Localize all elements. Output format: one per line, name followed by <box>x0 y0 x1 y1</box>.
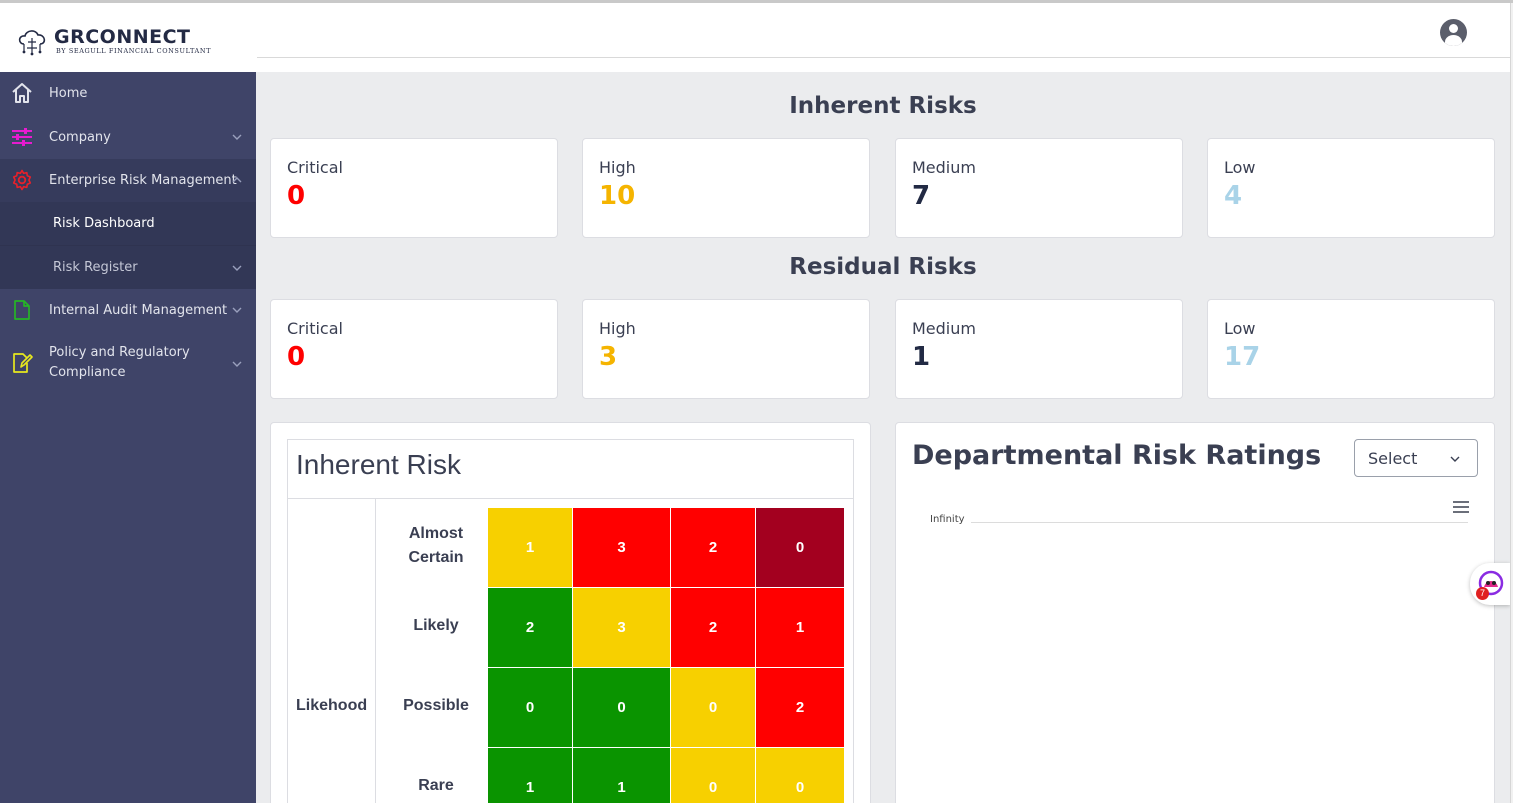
y-axis-tick-label: Infinity <box>930 514 965 525</box>
risk-matrix-cell[interactable]: 2 <box>488 588 572 667</box>
card-label: High <box>599 158 636 177</box>
residual-low-card: Low 17 <box>1207 299 1495 399</box>
chart-gridline <box>971 522 1468 523</box>
sidebar-item-company[interactable]: Company <box>0 115 256 159</box>
logo-title: GRCONNECT <box>54 26 191 48</box>
card-value: 4 <box>1224 181 1243 211</box>
chevron-up-icon <box>232 177 242 183</box>
card-value: 17 <box>1224 342 1261 372</box>
risk-matrix-cell[interactable]: 3 <box>573 588 670 667</box>
likelihood-axis-label: Likehood <box>296 697 368 714</box>
chevron-down-icon <box>232 134 242 140</box>
card-label: Medium <box>912 319 976 338</box>
risk-matrix-cell[interactable]: 0 <box>573 668 670 747</box>
residual-medium-card: Medium 1 <box>895 299 1183 399</box>
risk-matrix-cell[interactable]: 0 <box>756 748 844 803</box>
card-label: Low <box>1224 158 1256 177</box>
sidebar-item-label: Internal Audit Management <box>49 303 228 318</box>
departmental-risk-panel <box>895 422 1495 803</box>
risk-matrix-cell[interactable]: 2 <box>756 668 844 747</box>
document-icon <box>14 300 30 320</box>
user-avatar-icon[interactable] <box>1440 19 1467 46</box>
sidebar-item-risk-dashboard[interactable]: Risk Dashboard <box>0 202 256 245</box>
sidebar-item-label: Risk Dashboard <box>53 216 155 231</box>
chevron-down-icon <box>1450 456 1460 462</box>
row-label-almost-certain: Almost Certain <box>381 522 491 570</box>
inherent-critical-card: Critical 0 <box>270 138 558 238</box>
edit-document-icon <box>13 353 33 373</box>
sidebar-item-internal-audit[interactable]: Internal Audit Management <box>0 289 256 332</box>
sliders-icon <box>12 128 32 146</box>
card-label: Critical <box>287 158 343 177</box>
risk-matrix-cell[interactable]: 2 <box>671 508 755 587</box>
risk-matrix-cell[interactable]: 1 <box>488 508 572 587</box>
gear-icon <box>12 169 32 191</box>
matrix-divider <box>288 498 853 499</box>
risk-matrix-cell[interactable]: 3 <box>573 508 670 587</box>
risk-matrix-cell[interactable]: 2 <box>671 588 755 667</box>
inherent-high-card: High 10 <box>582 138 870 238</box>
risk-matrix-cell[interactable]: 0 <box>671 668 755 747</box>
card-label: Critical <box>287 319 343 338</box>
logo-mark-icon <box>18 30 46 56</box>
sidebar-item-label: Risk Register <box>53 260 138 275</box>
top-header: GRCONNECT BY SEAGULL FINANCIAL CONSULTAN… <box>0 3 1510 72</box>
card-label: Medium <box>912 158 976 177</box>
risk-matrix-cell[interactable]: 0 <box>488 668 572 747</box>
home-icon <box>12 83 32 103</box>
inherent-risks-heading: Inherent Risks <box>789 93 977 119</box>
chat-widget-button[interactable] <box>1470 563 1510 605</box>
row-label-line1: Almost <box>408 525 464 542</box>
chevron-down-icon <box>232 361 242 367</box>
card-label: High <box>599 319 636 338</box>
card-value: 0 <box>287 342 306 372</box>
app-logo[interactable]: GRCONNECT BY SEAGULL FINANCIAL CONSULTAN… <box>14 23 224 59</box>
risk-matrix-cell[interactable]: 1 <box>756 588 844 667</box>
sidebar-item-label: Policy and Regulatory <box>49 345 190 360</box>
departmental-title: Departmental Risk Ratings <box>912 440 1322 471</box>
risk-matrix-cell[interactable]: 1 <box>573 748 670 803</box>
header-divider <box>257 57 1510 58</box>
row-label-rare: Rare <box>418 777 454 794</box>
inherent-low-card: Low 4 <box>1207 138 1495 238</box>
card-value: 10 <box>599 181 636 211</box>
card-label: Low <box>1224 319 1256 338</box>
inherent-medium-card: Medium 7 <box>895 138 1183 238</box>
row-label-likely: Likely <box>413 617 459 634</box>
sidebar-item-enterprise-risk[interactable]: Enterprise Risk Management <box>0 159 256 202</box>
sidebar-item-label: Enterprise Risk Management <box>49 173 237 188</box>
sidebar-item-policy-compliance[interactable]: Policy and Regulatory Compliance <box>0 332 256 396</box>
risk-matrix-cell[interactable]: 0 <box>671 748 755 803</box>
chart-menu-icon[interactable] <box>1453 501 1469 513</box>
sidebar-item-label: Home <box>49 86 88 101</box>
card-value: 3 <box>599 342 618 372</box>
select-value: Select <box>1368 449 1418 468</box>
chevron-down-icon <box>232 307 242 313</box>
card-value: 1 <box>912 342 931 372</box>
matrix-title: Inherent Risk <box>296 449 461 480</box>
card-value: 7 <box>912 181 931 211</box>
sidebar-item-risk-register[interactable]: Risk Register <box>0 245 256 289</box>
residual-critical-card: Critical 0 <box>270 299 558 399</box>
residual-high-card: High 3 <box>582 299 870 399</box>
logo-subtitle: BY SEAGULL FINANCIAL CONSULTANT <box>56 47 212 55</box>
chevron-down-icon <box>232 265 242 271</box>
sidebar-item-label-line2: Compliance <box>49 365 126 380</box>
risk-matrix-cell[interactable]: 1 <box>488 748 572 803</box>
card-value: 0 <box>287 181 306 211</box>
department-select[interactable]: Select <box>1354 439 1478 477</box>
sidebar-item-label: Company <box>49 129 111 145</box>
sidebar-item-home[interactable]: Home <box>0 72 256 115</box>
row-label-possible: Possible <box>403 697 469 714</box>
chat-notification-badge: 7 <box>1476 587 1489 600</box>
matrix-divider <box>375 499 376 803</box>
row-label-line2: Certain <box>408 549 464 566</box>
residual-risks-heading: Residual Risks <box>789 254 977 280</box>
risk-matrix-cell[interactable]: 0 <box>756 508 844 587</box>
